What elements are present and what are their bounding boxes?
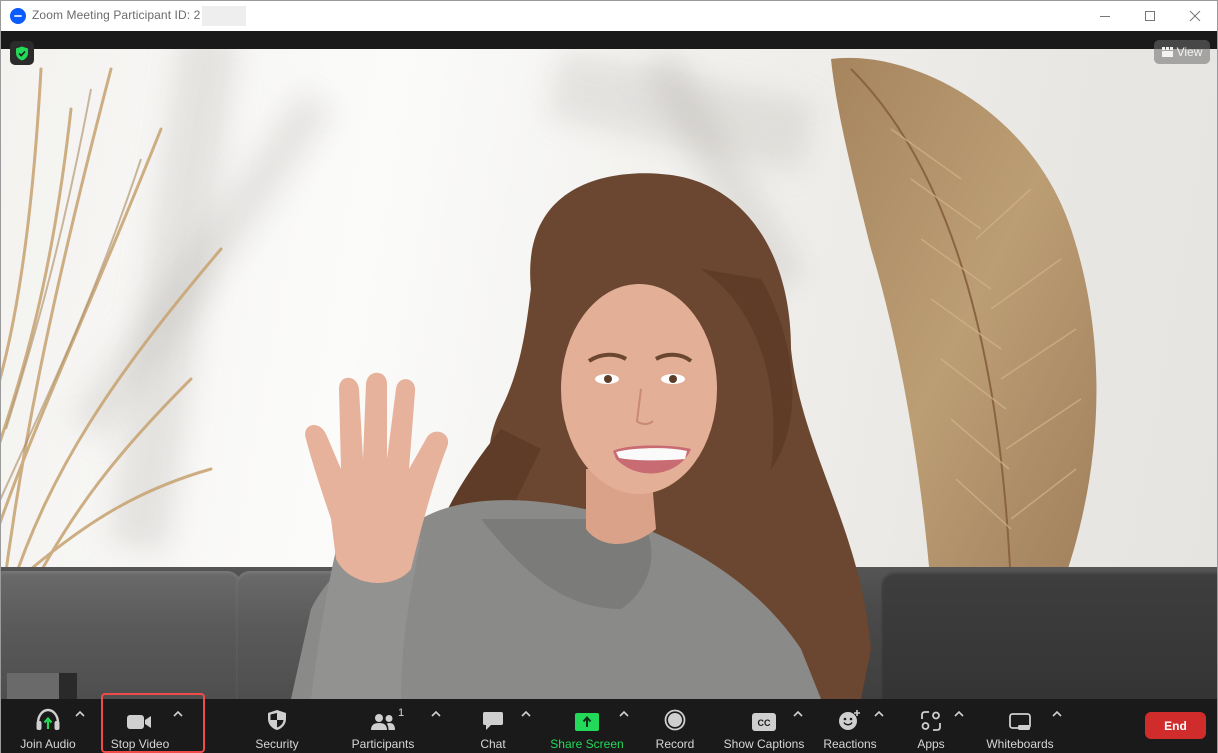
record-label: Record: [655, 737, 695, 751]
record-button[interactable]: Record: [651, 699, 699, 753]
chat-label: Chat: [480, 737, 506, 751]
reactions-button[interactable]: Reactions: [821, 699, 879, 753]
join-audio-options-caret[interactable]: [73, 709, 87, 719]
video-feed: [1, 49, 1217, 699]
apps-label: Apps: [917, 737, 945, 751]
window-title: Zoom Meeting Participant ID: 2: [32, 6, 247, 26]
close-button[interactable]: [1172, 1, 1217, 31]
grid-icon: [1161, 47, 1173, 57]
shield-check-icon: [16, 46, 28, 60]
chevron-up-icon: [954, 711, 964, 717]
security-button[interactable]: Security: [247, 699, 307, 753]
chevron-up-icon: [793, 711, 803, 717]
stop-video-button[interactable]: Stop Video: [105, 699, 175, 753]
whiteboards-button[interactable]: Whiteboards: [981, 699, 1059, 753]
title-bar: Zoom Meeting Participant ID: 2: [1, 1, 1217, 31]
zoom-logo-icon: [10, 8, 26, 24]
share-screen-label: Share Screen: [550, 737, 624, 751]
whiteboards-label: Whiteboards: [986, 737, 1054, 751]
window-controls: [1082, 1, 1217, 31]
participants-options-caret[interactable]: [429, 709, 443, 719]
chevron-up-icon: [619, 711, 629, 717]
shield-icon: [268, 710, 286, 730]
chat-bubble-icon: [483, 712, 503, 730]
chat-button[interactable]: Chat: [473, 699, 513, 753]
record-icon: [664, 709, 686, 731]
minimize-icon: [1099, 16, 1110, 17]
redacted-participant-id: [202, 6, 247, 26]
view-button[interactable]: View: [1154, 40, 1210, 64]
reactions-label: Reactions: [823, 737, 877, 751]
zoom-meeting-window: Zoom Meeting Participant ID: 2 View Join…: [0, 0, 1218, 753]
view-button-label: View: [1176, 45, 1203, 59]
people-icon: [371, 714, 395, 730]
apps-icon: [921, 711, 941, 731]
chevron-up-icon: [874, 711, 884, 717]
video-options-caret[interactable]: [171, 709, 185, 719]
chat-options-caret[interactable]: [519, 709, 533, 719]
cc-icon: CC: [752, 713, 776, 731]
maximize-button[interactable]: [1127, 1, 1172, 31]
meeting-toolbar: Join Audio Stop Video Security Participa…: [1, 699, 1217, 753]
chevron-up-icon: [75, 711, 85, 717]
chevron-up-icon: [521, 711, 531, 717]
reactions-options-caret[interactable]: [872, 709, 886, 719]
svg-text:CC: CC: [758, 718, 771, 728]
close-icon: [1189, 10, 1200, 22]
video-camera-icon: [127, 715, 151, 729]
chevron-up-icon: [431, 711, 441, 717]
share-arrow-icon: [575, 713, 599, 731]
meeting-top-strip: [1, 31, 1217, 49]
encryption-status-badge[interactable]: [10, 41, 34, 65]
security-label: Security: [255, 737, 299, 751]
participant-video-person: [291, 173, 871, 699]
maximize-icon: [1144, 11, 1155, 21]
apps-options-caret[interactable]: [952, 709, 966, 719]
chevron-up-icon: [173, 711, 183, 717]
participant-name-badge: [7, 673, 77, 699]
join-audio-button[interactable]: Join Audio: [11, 699, 85, 753]
participants-button[interactable]: Participants: [347, 699, 419, 753]
whiteboard-icon: [1009, 713, 1031, 730]
share-screen-options-caret[interactable]: [617, 709, 631, 719]
join-audio-label: Join Audio: [20, 737, 76, 751]
headphones-arrow-icon: [36, 708, 60, 730]
share-screen-button[interactable]: Share Screen: [548, 699, 626, 753]
minimize-button[interactable]: [1082, 1, 1127, 31]
chevron-up-icon: [1052, 711, 1062, 717]
stop-video-label: Stop Video: [110, 737, 170, 751]
show-captions-label: Show Captions: [723, 737, 805, 751]
apps-button[interactable]: Apps: [911, 699, 951, 753]
end-meeting-button[interactable]: End: [1145, 712, 1206, 739]
smiley-plus-icon: [839, 710, 860, 730]
whiteboards-options-caret[interactable]: [1050, 709, 1064, 719]
participant-count: 1: [398, 707, 405, 719]
show-captions-button[interactable]: CC Show Captions: [721, 699, 807, 753]
captions-options-caret[interactable]: [791, 709, 805, 719]
participants-label: Participants: [351, 737, 415, 751]
